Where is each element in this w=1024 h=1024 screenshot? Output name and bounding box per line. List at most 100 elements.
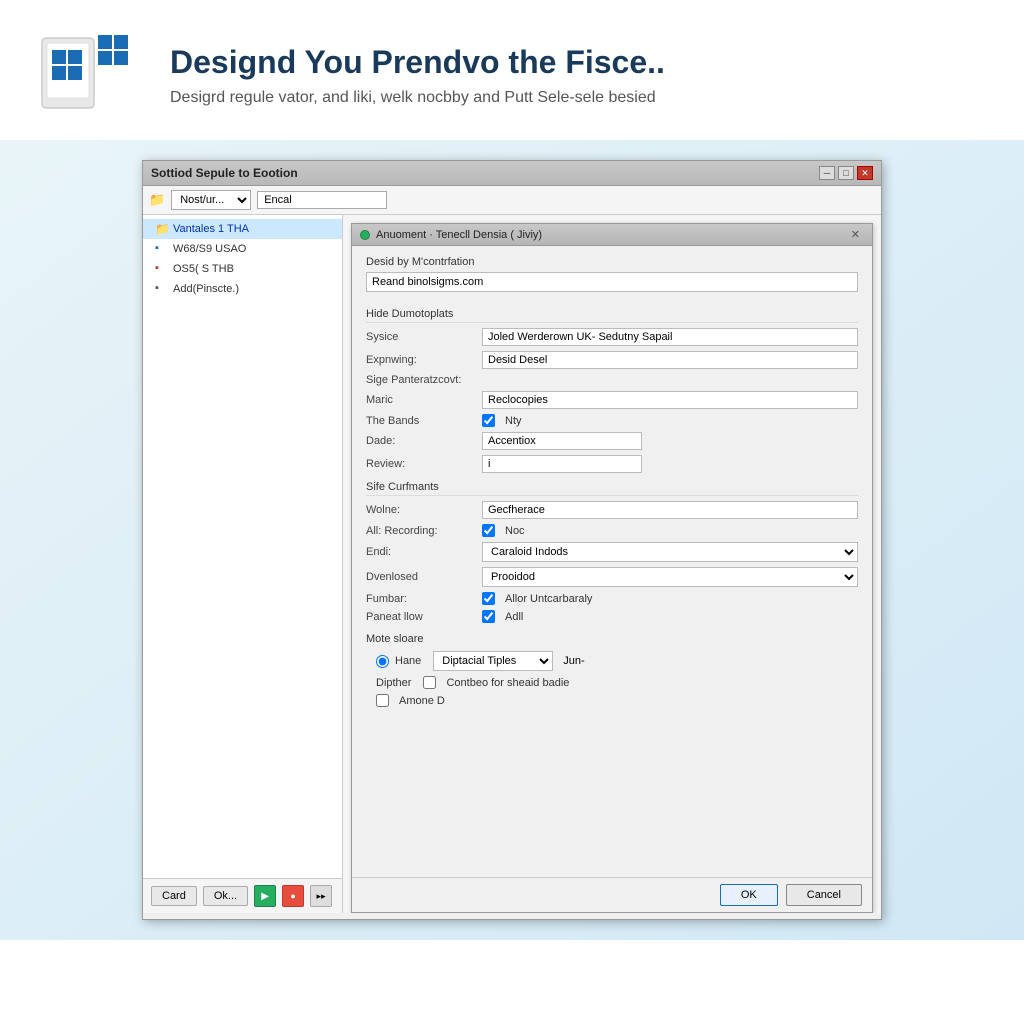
amone-checkbox[interactable] (376, 694, 389, 707)
more-options-row-1: Hane Diptacial Tiples Jun- (366, 651, 858, 671)
inner-ok-button[interactable]: OK (720, 884, 778, 906)
more-options-row-2: Dipther Contbeo for sheaid badie (366, 676, 858, 689)
folder-icon-1: 📁 (155, 222, 169, 236)
paneat-label: Paneat llow (366, 611, 476, 623)
desid-input[interactable] (366, 272, 858, 292)
expnwing-row: Expnwing: (366, 351, 858, 369)
more-extra-label: Jun- (563, 655, 584, 667)
toolbar-input[interactable] (257, 191, 387, 209)
site-section-label: Sife Curfmants (366, 481, 858, 496)
inner-title-left: Anuoment · Tenecll Densia ( Jiviy) (360, 229, 542, 241)
windows-logo-icon (40, 30, 140, 120)
expnwing-label: Expnwing: (366, 354, 476, 366)
titlebar-buttons: ─ □ ✕ (819, 166, 873, 180)
page-header: Designd You Prendvo the Fisce.. Desigrd … (0, 0, 1024, 140)
status-dot-icon (360, 230, 370, 240)
all-recording-row: All: Recording: Noc (366, 524, 858, 537)
inner-dialog-title: Anuoment · Tenecll Densia ( Jiviy) (376, 229, 542, 241)
tree-item-1-label: Vantales 1 THA (173, 223, 249, 235)
dvenlosed-select[interactable]: Prooidod (482, 567, 858, 587)
folder-icon: 📁 (149, 192, 165, 208)
left-panel: 📁 Vantales 1 THA ▪ W68/S9 USAO ▪ OS5( S … (143, 215, 343, 913)
dipther-label: Dipther (376, 677, 411, 689)
the-bands-label: The Bands (366, 415, 476, 427)
contbeo-text: Contbeo for sheaid badie (446, 677, 569, 689)
wolne-row: Wolne: (366, 501, 858, 519)
sysice-input[interactable] (482, 328, 858, 346)
file-icon-4: ▪ (155, 282, 169, 296)
fumbar-label: Fumbar: (366, 593, 476, 605)
tree-item-2[interactable]: ▪ W68/S9 USAO (143, 239, 342, 259)
tree-item-4[interactable]: ▪ Add(Pinscte.) (143, 279, 342, 299)
maric-label: Maric (366, 394, 476, 406)
more-options-row-3: Amone D (366, 694, 858, 707)
the-bands-checkbox[interactable] (482, 414, 495, 427)
endi-row: Endi: Caraloid Indods (366, 542, 858, 562)
the-bands-text: Nty (505, 415, 522, 427)
endi-label: Endi: (366, 546, 476, 558)
tree-item-3-label: OS5( S THB (173, 263, 234, 275)
all-recording-label: All: Recording: (366, 525, 476, 537)
record-button[interactable]: ● (282, 885, 304, 907)
inner-dialog-body: Desid by M'contrfation Hide Dumotoplats … (352, 246, 872, 868)
left-panel-tree: 📁 Vantales 1 THA ▪ W68/S9 USAO ▪ OS5( S … (143, 215, 342, 878)
maric-input[interactable] (482, 391, 858, 409)
expnwing-input[interactable] (482, 351, 858, 369)
inner-dialog-footer: OK Cancel (352, 877, 872, 912)
endi-select[interactable]: Caraloid Indods (482, 542, 858, 562)
review-row: Review: (366, 455, 858, 473)
all-recording-checkbox[interactable] (482, 524, 495, 537)
dade-label: Dade: (366, 435, 476, 447)
tree-item-3[interactable]: ▪ OS5( S THB (143, 259, 342, 279)
dvenlosed-label: Dvenlosed (366, 571, 476, 583)
header-subtitle: Desigrd regule vator, and liki, welk noc… (170, 89, 984, 107)
sige-label: Sige Panteratzcovt: (366, 374, 476, 386)
more-button[interactable]: ▸▸ (310, 885, 332, 907)
wolne-input[interactable] (482, 501, 858, 519)
minimize-button[interactable]: ─ (819, 166, 835, 180)
contbeo-checkbox[interactable] (423, 676, 436, 689)
outer-toolbar: 📁 Nost/ur... (143, 186, 881, 215)
main-content-area: Sottiod Sepule to Eootion ─ □ ✕ 📁 Nost/u… (0, 140, 1024, 940)
fumbar-row: Fumbar: Allor Untcarbaraly (366, 592, 858, 605)
sysice-row: Sysice (366, 328, 858, 346)
left-panel-footer: Card Ok... ▶ ● ▸▸ (143, 878, 342, 913)
dade-row: Dade: (366, 432, 858, 450)
hide-section-label: Hide Dumotoplats (366, 308, 858, 323)
outer-dialog: Sottiod Sepule to Eootion ─ □ ✕ 📁 Nost/u… (142, 160, 882, 920)
the-bands-row: The Bands Nty (366, 414, 858, 427)
fumbar-text: Allor Untcarbaraly (505, 593, 592, 605)
sysice-label: Sysice (366, 331, 476, 343)
outer-dialog-titlebar: Sottiod Sepule to Eootion ─ □ ✕ (143, 161, 881, 186)
right-panel: Anuoment · Tenecll Densia ( Jiviy) ✕ Des… (343, 215, 881, 913)
dvenlosed-row: Dvenlosed Prooidod (366, 567, 858, 587)
maximize-button[interactable]: □ (838, 166, 854, 180)
outer-dialog-title: Sottiod Sepule to Eootion (151, 166, 298, 180)
close-button[interactable]: ✕ (857, 166, 873, 180)
desid-section-label: Desid by M'contrfation (366, 256, 858, 268)
review-input[interactable] (482, 455, 642, 473)
tree-item-1[interactable]: 📁 Vantales 1 THA (143, 219, 342, 239)
outer-dialog-body: 📁 Vantales 1 THA ▪ W68/S9 USAO ▪ OS5( S … (143, 215, 881, 913)
maric-row: Maric (366, 391, 858, 409)
fumbar-checkbox[interactable] (482, 592, 495, 605)
file-icon-3: ▪ (155, 262, 169, 276)
more-dropdown[interactable]: Diptacial Tiples (433, 651, 553, 671)
inner-dialog-titlebar: Anuoment · Tenecll Densia ( Jiviy) ✕ (352, 224, 872, 246)
inner-cancel-button[interactable]: Cancel (786, 884, 862, 906)
amone-text: Amone D (399, 695, 445, 707)
more-section-label: Mote sloare (366, 633, 858, 645)
radio-label: Hane (395, 655, 421, 667)
toolbar-select[interactable]: Nost/ur... (171, 190, 251, 210)
tree-item-2-label: W68/S9 USAO (173, 243, 246, 255)
sige-row: Sige Panteratzcovt: (366, 374, 858, 386)
card-button[interactable]: Card (151, 886, 197, 906)
paneat-text: Adll (505, 611, 523, 623)
ok-button[interactable]: Ok... (203, 886, 248, 906)
play-button[interactable]: ▶ (254, 885, 276, 907)
dade-input[interactable] (482, 432, 642, 450)
inner-close-button[interactable]: ✕ (847, 228, 864, 241)
paneat-checkbox[interactable] (482, 610, 495, 623)
wolne-label: Wolne: (366, 504, 476, 516)
more-radio[interactable] (376, 655, 389, 668)
